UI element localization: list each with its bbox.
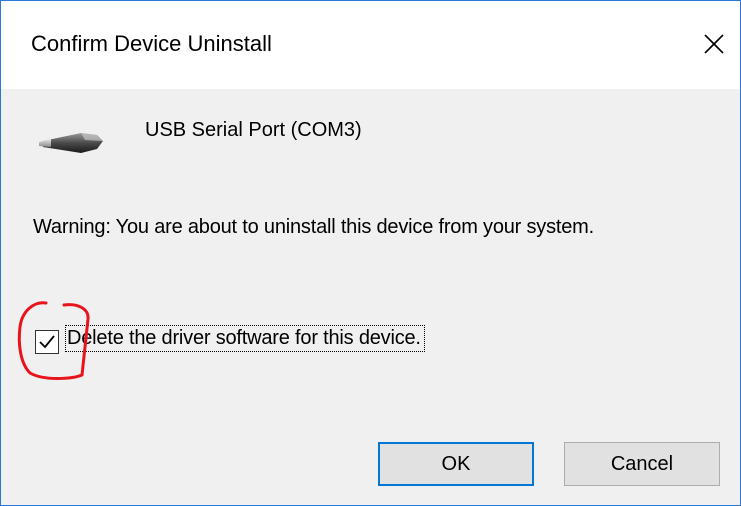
device-name: USB Serial Port (COM3) <box>145 119 362 141</box>
ok-button[interactable]: OK <box>378 442 534 486</box>
confirm-uninstall-dialog: Confirm Device Uninstall USB Serial Port… <box>0 0 741 506</box>
warning-message: Warning: You are about to uninstall this… <box>33 216 594 238</box>
dialog-title: Confirm Device Uninstall <box>31 31 272 56</box>
cancel-button[interactable]: Cancel <box>564 442 720 486</box>
checkmark-icon <box>39 335 55 349</box>
close-icon <box>704 34 724 54</box>
close-button[interactable] <box>694 23 734 63</box>
delete-driver-checkbox[interactable] <box>35 330 59 354</box>
title-bar: Confirm Device Uninstall <box>1 1 740 89</box>
delete-driver-label[interactable]: Delete the driver software for this devi… <box>65 325 425 352</box>
usb-serial-port-icon <box>37 125 107 161</box>
